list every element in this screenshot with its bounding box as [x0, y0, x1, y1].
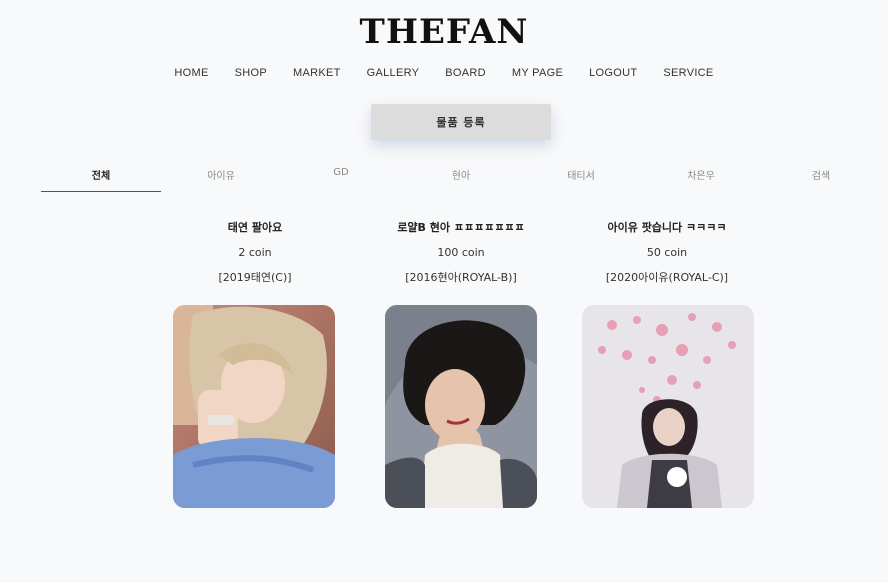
product-title[interactable]: 로얄B 현아 ㅍㅍㅍㅍㅍㅍㅍ [361, 215, 561, 240]
product-card[interactable]: 태연 팔아요 2 coin [2019태연(C)] [155, 215, 355, 290]
register-item-button[interactable]: 물품 등록 [371, 104, 551, 140]
product-card[interactable]: 로얄B 현아 ㅍㅍㅍㅍㅍㅍㅍ 100 coin [2016현아(ROYAL-B)… [361, 215, 561, 290]
product-tag: [2019태연(C)] [218, 271, 292, 284]
tab-hyuna[interactable]: 현아 [401, 162, 521, 192]
product-price: 50 coin [646, 246, 688, 259]
product-title[interactable]: 아이유 팟습니다 ㅋㅋㅋㅋ [567, 215, 767, 240]
nav-service[interactable]: SERVICE [650, 67, 726, 79]
tab-gd[interactable]: GD [281, 162, 401, 192]
site-logo[interactable]: THEFAN [0, 12, 888, 52]
product-price: 2 coin [238, 246, 272, 259]
product-photo[interactable] [582, 305, 754, 508]
nav-market[interactable]: MARKET [280, 67, 354, 79]
main-nav: HOME SHOP MARKET GALLERY BOARD MY PAGE L… [0, 67, 888, 79]
tab-chaeunwoo[interactable]: 차은우 [641, 162, 761, 192]
product-price: 100 coin [437, 246, 485, 259]
tab-iu[interactable]: 아이유 [161, 162, 281, 192]
product-photo[interactable] [173, 305, 335, 508]
nav-home[interactable]: HOME [161, 67, 221, 79]
product-tag: [2020아이유(ROYAL-C)] [605, 271, 729, 284]
tab-search[interactable]: 검색 [761, 162, 881, 192]
tab-all[interactable]: 전체 [41, 162, 161, 192]
product-photo[interactable] [385, 305, 537, 508]
nav-logout[interactable]: LOGOUT [576, 67, 650, 79]
product-tag: [2016현아(ROYAL-B)] [405, 271, 517, 284]
product-card[interactable]: 아이유 팟습니다 ㅋㅋㅋㅋ 50 coin [2020아이유(ROYAL-C)] [567, 215, 767, 290]
nav-my-page[interactable]: MY PAGE [499, 67, 576, 79]
nav-board[interactable]: BOARD [432, 67, 499, 79]
product-title[interactable]: 태연 팔아요 [155, 215, 355, 240]
tab-taetiseo[interactable]: 태티서 [521, 162, 641, 192]
nav-gallery[interactable]: GALLERY [354, 67, 433, 79]
nav-shop[interactable]: SHOP [222, 67, 280, 79]
category-tabs: 전체 아이유 GD 현아 태티서 차은우 검색 [41, 162, 881, 192]
